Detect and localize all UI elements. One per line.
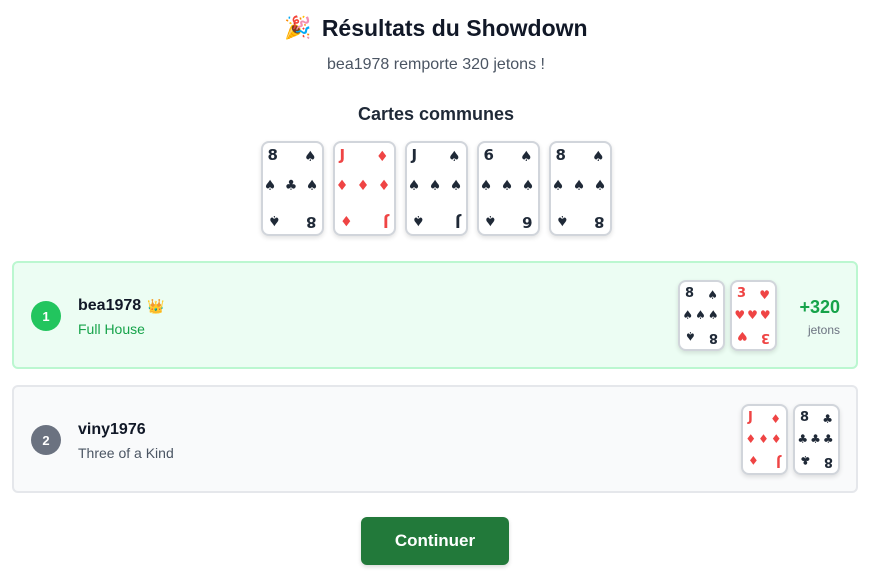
card-suit-icon: ♥ [737, 329, 748, 343]
player-hole-cards: J ♦ ♦♦♦ ♦ J 8 ♣ ♣♣♣ ♣ 8 [741, 404, 840, 475]
card-center-pips: ♣♣♣ [797, 432, 836, 446]
card-center-pips: ♠ ♠ ♠ [407, 178, 465, 194]
card-rank: 3 [760, 330, 770, 345]
card-suit-icon: ♠ [303, 149, 317, 165]
hand-name: Full House [78, 321, 145, 337]
card-rank: 8 [306, 213, 317, 231]
card-rank: 8 [555, 146, 566, 164]
card-center-pips: ♠ ♠ ♠ [479, 178, 537, 194]
card-suit-icon: ♠ [685, 329, 696, 343]
card-suit-icon: ♦ [770, 412, 781, 426]
playing-card: J ♠ ♠ ♠ ♠ ♠ J [404, 141, 468, 236]
card-rank: J [454, 213, 461, 231]
party-popper-icon: 🎉 [284, 15, 312, 40]
page-title: Résultats du Showdown [321, 15, 588, 41]
header: 🎉 Résultats du Showdown [0, 14, 872, 42]
result-subtitle: bea1978 remporte 320 jetons ! [327, 56, 545, 73]
card-rank: J [411, 146, 418, 164]
winnings-amount: +320 [799, 297, 840, 317]
card-rank: 8 [594, 213, 605, 231]
playing-card: 8 ♣ ♣♣♣ ♣ 8 [793, 404, 840, 475]
playing-card: 6 ♠ ♠ ♠ ♠ ♠ 6 [476, 141, 540, 236]
playing-card: 8 ♠ ♠ ♠ ♠ ♠ 8 [548, 141, 612, 236]
card-rank: 8 [800, 410, 810, 425]
community-cards: 8 ♠ ♠ ♣ ♠ ♠ 8 J ♦ ♦ ♦ ♦ ♦ J J ♠ ♠ ♠ ♠ ♠ J 6 ♠ ♠ ♠ ♠ ♠ 6 8 ♠ ♠ … [0, 141, 872, 236]
rank-badge: 1 [31, 301, 61, 331]
crown-icon: 👑 [147, 297, 165, 314]
card-suit-icon: ♠ [707, 288, 718, 302]
playing-card: 8 ♠ ♠♠♠ ♠ 8 [678, 280, 725, 351]
card-rank: 6 [483, 146, 494, 164]
card-suit-icon: ♣ [822, 412, 833, 426]
card-rank: J [339, 146, 346, 164]
card-suit-icon: ♠ [447, 149, 461, 165]
player-name: viny1976 [78, 421, 146, 438]
card-rank: 3 [737, 286, 747, 301]
card-suit-icon: ♠ [411, 212, 425, 228]
card-suit-icon: ♣ [800, 453, 811, 467]
card-center-pips: ♥♥♥ [734, 308, 773, 322]
card-center-pips: ♠♠♠ [682, 308, 721, 322]
hand-name: Three of a Kind [78, 445, 174, 461]
card-rank: 6 [522, 213, 533, 231]
continue-button[interactable]: Continuer [361, 517, 509, 565]
card-center-pips: ♠ ♣ ♠ [263, 178, 321, 194]
player-hole-cards: 8 ♠ ♠♠♠ ♠ 8 3 ♥ ♥♥♥ ♥ 3 [678, 280, 777, 351]
card-rank: 8 [267, 146, 278, 164]
card-rank: J [748, 410, 753, 425]
card-suit-icon: ♠ [555, 212, 569, 228]
card-suit-icon: ♠ [267, 212, 281, 228]
card-suit-icon: ♦ [748, 453, 759, 467]
playing-card: 8 ♠ ♠ ♣ ♠ ♠ 8 [260, 141, 324, 236]
card-center-pips: ♠ ♠ ♠ [551, 178, 609, 194]
card-suit-icon: ♠ [519, 149, 533, 165]
card-suit-icon: ♠ [591, 149, 605, 165]
playing-card: 3 ♥ ♥♥♥ ♥ 3 [730, 280, 777, 351]
rank-badge: 2 [31, 425, 61, 455]
card-rank: J [776, 454, 781, 469]
card-suit-icon: ♦ [339, 212, 353, 228]
winnings-unit: jetons [807, 323, 840, 337]
player-row-winner: 1 bea1978 👑 Full House 8 ♠ ♠♠♠ ♠ 8 3 ♥ ♥♥♥ ♥ 3 +3… [12, 261, 858, 369]
playing-card: J ♦ ♦♦♦ ♦ J [741, 404, 788, 475]
card-rank: 8 [685, 286, 695, 301]
playing-card: J ♦ ♦ ♦ ♦ ♦ J [332, 141, 396, 236]
card-suit-icon: ♠ [483, 212, 497, 228]
card-center-pips: ♦♦♦ [745, 432, 784, 446]
card-center-pips: ♦ ♦ ♦ [335, 178, 393, 194]
card-suit-icon: ♥ [759, 288, 770, 302]
card-suit-icon: ♦ [375, 149, 389, 165]
card-rank: 8 [708, 330, 718, 345]
card-rank: 8 [823, 454, 833, 469]
card-rank: J [382, 213, 389, 231]
player-row-second: 2 viny1976 Three of a Kind J ♦ ♦♦♦ ♦ J 8 ♣ ♣♣♣ ♣… [12, 385, 858, 493]
player-name: bea1978 [78, 297, 142, 314]
community-cards-title: Cartes communes [357, 104, 515, 124]
